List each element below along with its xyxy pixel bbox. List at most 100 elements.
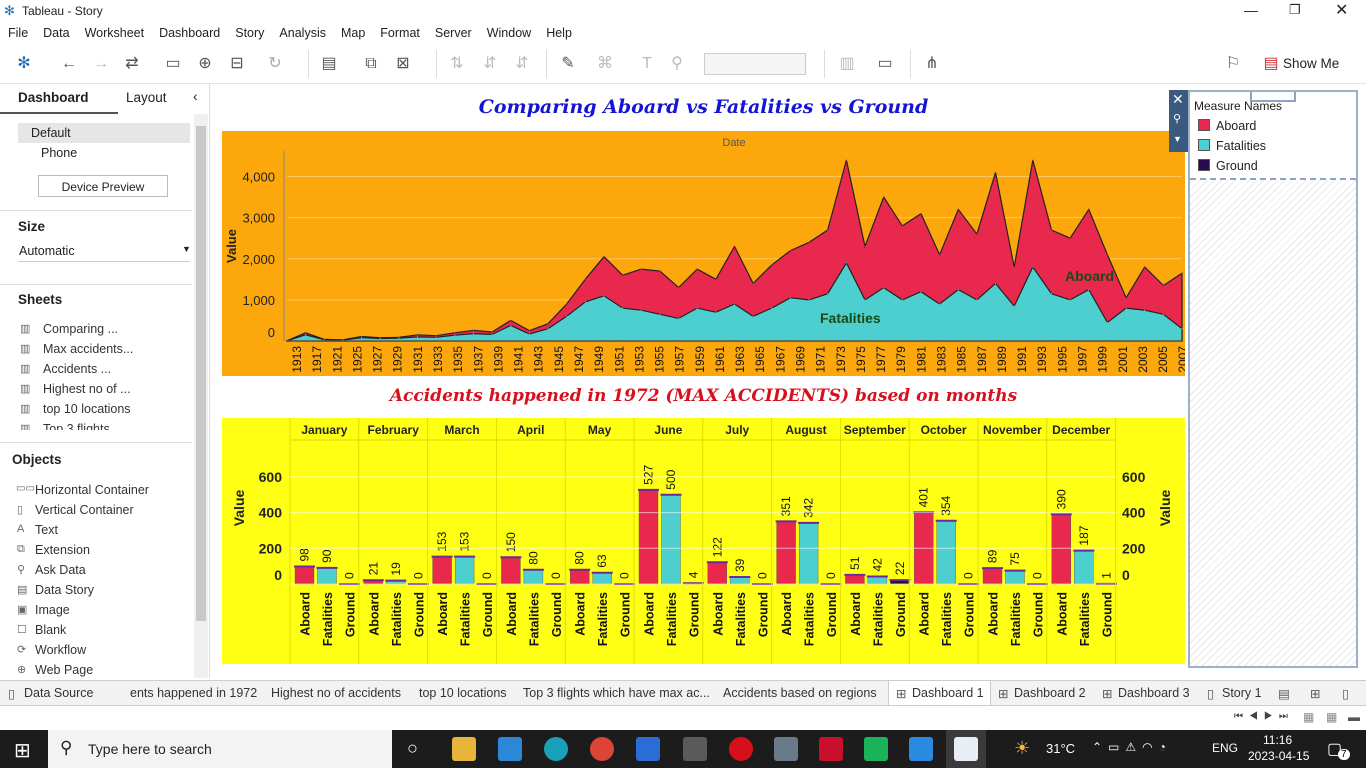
task-view-icon[interactable]: ○ xyxy=(407,738,418,759)
restore-button[interactable]: ❐ xyxy=(1289,2,1301,18)
redo-icon[interactable]: → xyxy=(90,54,112,74)
sort-asc-icon[interactable]: ⇵ xyxy=(479,54,501,74)
mail-icon[interactable] xyxy=(636,737,660,761)
object-item[interactable]: Workflow xyxy=(35,643,86,657)
undo-icon[interactable]: ← xyxy=(58,54,80,74)
menu-dashboard[interactable]: Dashboard xyxy=(151,22,227,44)
collapse-pane-icon[interactable]: ‹ xyxy=(193,88,198,104)
sheet-item[interactable]: Highest no of ... xyxy=(43,382,131,396)
sheet-item[interactable]: top 10 locations xyxy=(43,402,131,416)
legend-item-aboard[interactable]: Aboard xyxy=(1198,119,1256,133)
show-me-button[interactable]: Show Me xyxy=(1283,56,1339,71)
device-preview-button[interactable]: Device Preview xyxy=(38,175,168,197)
photos-icon[interactable] xyxy=(909,737,933,761)
menu-server[interactable]: Server xyxy=(427,22,479,44)
sheet-item[interactable]: Accidents ... xyxy=(43,362,111,376)
pin-icon[interactable]: ⚲ xyxy=(666,54,688,74)
replace-data-icon[interactable]: ⇄ xyxy=(121,54,143,74)
tableau-home-icon[interactable]: ✻ xyxy=(13,54,35,74)
more-options-icon[interactable]: ▼ xyxy=(1173,134,1182,144)
new-worksheet-icon[interactable]: ▤ xyxy=(318,54,340,74)
tableau-taskbar-icon[interactable] xyxy=(954,737,978,761)
remote-icon[interactable] xyxy=(774,737,798,761)
object-item[interactable]: Blank xyxy=(35,623,66,637)
edge-icon[interactable] xyxy=(544,737,568,761)
dropdown-arrow-icon[interactable]: ▼ xyxy=(182,244,191,254)
object-item[interactable]: Text xyxy=(35,523,58,537)
windows-start-icon[interactable]: ⊞ xyxy=(14,738,31,763)
object-item[interactable]: Web Page xyxy=(35,663,93,677)
bar-chart-panel[interactable]: January 98 Aboard 90 Fatalities 0 Ground Februa… xyxy=(222,418,1185,664)
show-sheet-sorter-icon[interactable]: ▦ xyxy=(1326,710,1337,724)
menu-help[interactable]: Help xyxy=(538,22,579,44)
tab-layout[interactable]: Layout xyxy=(126,90,167,105)
tab-story-1[interactable]: Story 1 xyxy=(1222,686,1262,700)
menu-file[interactable]: File xyxy=(0,22,35,44)
app-icon[interactable] xyxy=(819,737,843,761)
labels-icon[interactable]: T xyxy=(636,54,658,74)
tab-sheet[interactable]: ents happened in 1972 xyxy=(130,686,257,700)
show-tabs-icon[interactable]: ▬ xyxy=(1348,710,1360,724)
tab-dashboard-2[interactable]: Dashboard 2 xyxy=(1014,686,1086,700)
clear-sheet-icon[interactable]: ⊠ xyxy=(392,54,414,74)
legend-item-fatalities[interactable]: Fatalities xyxy=(1198,139,1266,153)
clock-time[interactable]: 11:16 xyxy=(1263,733,1292,747)
opera-icon[interactable] xyxy=(729,737,753,761)
legend-panel[interactable]: Measure Names Aboard Fatalities Ground xyxy=(1188,90,1358,668)
tab-sheet[interactable]: Accidents based on regions xyxy=(723,686,877,700)
refresh-icon[interactable]: ↻ xyxy=(264,54,286,74)
duplicate-icon[interactable]: ⧉ xyxy=(360,54,382,74)
file-explorer-icon[interactable] xyxy=(452,737,476,761)
app-icon[interactable] xyxy=(864,737,888,761)
drag-handle[interactable] xyxy=(1250,92,1296,102)
tray-icons[interactable]: ⌃▭⚠◠◔ xyxy=(1092,740,1172,754)
object-item[interactable]: Data Story xyxy=(35,583,94,597)
menu-analysis[interactable]: Analysis xyxy=(271,22,333,44)
tab-sheet[interactable]: top 10 locations xyxy=(419,686,507,700)
new-dashboard-icon[interactable]: ⊞ xyxy=(1310,686,1320,701)
tab-sheet[interactable]: Highest no of accidents xyxy=(271,686,401,700)
tab-dashboard-3[interactable]: Dashboard 3 xyxy=(1118,686,1190,700)
sheet-item[interactable]: Max accidents... xyxy=(43,342,133,356)
menu-window[interactable]: Window xyxy=(479,22,538,44)
presentation-icon[interactable]: ▭ xyxy=(874,54,896,74)
sheet-item[interactable]: Comparing ... xyxy=(43,322,118,336)
object-item[interactable]: Image xyxy=(35,603,70,617)
device-default[interactable]: Default xyxy=(31,126,71,140)
share-icon[interactable]: ⋔ xyxy=(921,54,943,74)
chrome-icon[interactable] xyxy=(590,737,614,761)
menu-format[interactable]: Format xyxy=(372,22,427,44)
swap-icon[interactable]: ⇅ xyxy=(446,54,468,74)
remove-icon[interactable]: ✕ xyxy=(1172,91,1184,108)
tab-data-source[interactable]: Data Source xyxy=(24,686,93,700)
format-painter-icon[interactable]: ⚐ xyxy=(1222,54,1244,74)
save-icon[interactable]: ▭ xyxy=(162,54,184,74)
left-scrollbar[interactable] xyxy=(194,114,208,678)
tab-dashboard[interactable]: Dashboard xyxy=(18,90,89,105)
device-phone[interactable]: Phone xyxy=(41,146,77,160)
language[interactable]: ENG xyxy=(1212,741,1238,755)
new-datasource-icon[interactable]: ⊕ xyxy=(194,54,216,74)
show-filmstrip-icon[interactable]: ▦ xyxy=(1303,710,1314,724)
size-dropdown[interactable]: Automatic xyxy=(19,244,75,258)
tab-sheet[interactable]: Top 3 flights which have max ac... xyxy=(523,686,710,700)
highlight-icon[interactable]: ✎ xyxy=(557,54,579,74)
menu-map[interactable]: Map xyxy=(333,22,372,44)
sort-desc-icon[interactable]: ⇵ xyxy=(511,54,533,74)
store-icon[interactable] xyxy=(498,737,522,761)
tab-navigation-icons[interactable]: ⏮◀▶⏭ xyxy=(1234,711,1294,722)
minimize-button[interactable]: — xyxy=(1244,2,1258,18)
object-item[interactable]: Horizontal Container xyxy=(35,483,149,497)
pause-updates-icon[interactable]: ⊟ xyxy=(226,54,248,74)
new-story-icon[interactable]: ▯ xyxy=(1342,686,1349,701)
pin-icon[interactable]: ⚲ xyxy=(1173,112,1181,125)
fit-dropdown[interactable] xyxy=(704,53,806,75)
calculator-icon[interactable] xyxy=(683,737,707,761)
show-me-icon[interactable]: ▤ xyxy=(1260,54,1282,74)
sheet-item[interactable]: Top 3 flights... xyxy=(43,422,120,430)
object-item[interactable]: Extension xyxy=(35,543,90,557)
menu-story[interactable]: Story xyxy=(227,22,271,44)
close-window-button[interactable]: ✕ xyxy=(1335,0,1348,20)
object-item[interactable]: Ask Data xyxy=(35,563,86,577)
area-chart-panel[interactable]: Date 0 1,000 2,000 3,000 4,000 Value Aboard Fata… xyxy=(222,131,1190,376)
